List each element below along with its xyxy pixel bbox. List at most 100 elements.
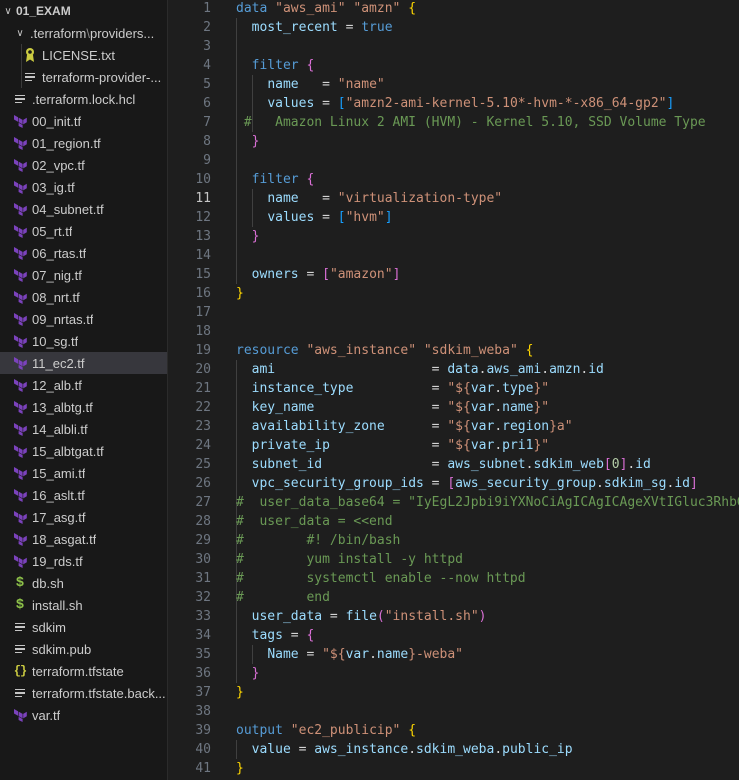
code-line[interactable]: 33 user_data = file("install.sh") bbox=[168, 607, 739, 626]
file-item[interactable]: 10_sg.tf bbox=[0, 330, 167, 352]
file-item[interactable]: 18_asgat.tf bbox=[0, 528, 167, 550]
code-line[interactable]: 26 vpc_security_group_ids = [aws_securit… bbox=[168, 474, 739, 493]
file-item[interactable]: 01_region.tf bbox=[0, 132, 167, 154]
code-line[interactable]: 39 output "ec2_publicip" { bbox=[168, 721, 739, 740]
code-line[interactable]: 2 most_recent = true bbox=[168, 18, 739, 37]
line-number: 17 bbox=[195, 305, 211, 320]
file-item-license[interactable]: LICENSE.txt bbox=[0, 44, 167, 66]
file-item[interactable]: terraform.tfstate.back... bbox=[0, 682, 167, 704]
code-text: private_ip = "${var.pri1}" bbox=[236, 436, 549, 455]
file-item[interactable]: 06_rtas.tf bbox=[0, 242, 167, 264]
file-item[interactable]: 15_albtgat.tf bbox=[0, 440, 167, 462]
file-item[interactable]: 05_rt.tf bbox=[0, 220, 167, 242]
code-line[interactable]: 22 key_name = "${var.name}" bbox=[168, 398, 739, 417]
code-line[interactable]: 21 instance_type = "${var.type}" bbox=[168, 379, 739, 398]
terraform-icon bbox=[12, 509, 28, 525]
code-line[interactable]: 23 availability_zone = "${var.region}a" bbox=[168, 417, 739, 436]
file-item[interactable]: {} terraform.tfstate bbox=[0, 660, 167, 682]
file-item[interactable]: 17_asg.tf bbox=[0, 506, 167, 528]
code-line[interactable]: 41} bbox=[168, 759, 739, 778]
terraform-icon bbox=[12, 355, 28, 371]
code-line[interactable]: 11 name = "virtualization-type" bbox=[168, 189, 739, 208]
file-item[interactable]: 07_nig.tf bbox=[0, 264, 167, 286]
code-line[interactable]: 7 # Amazon Linux 2 AMI (HVM) - Kernel 5.… bbox=[168, 113, 739, 132]
file-item[interactable]: .terraform.lock.hcl bbox=[0, 88, 167, 110]
code-token: values bbox=[267, 96, 315, 111]
code-line[interactable]: 20 ami = data.aws_ami.amzn.id bbox=[168, 360, 739, 379]
code-line[interactable]: 24 private_ip = "${var.pri1}" bbox=[168, 436, 739, 455]
code-line[interactable]: 14 bbox=[168, 246, 739, 265]
line-number: 35 bbox=[195, 647, 211, 662]
file-item[interactable]: 02_vpc.tf bbox=[0, 154, 167, 176]
file-item[interactable]: 19_rds.tf bbox=[0, 550, 167, 572]
line-number: 15 bbox=[195, 267, 211, 282]
code-line[interactable]: 35 Name = "${var.name}-weba" bbox=[168, 645, 739, 664]
file-item[interactable]: 13_albtg.tf bbox=[0, 396, 167, 418]
code-text: owners = ["amazon"] bbox=[236, 265, 401, 284]
code-line[interactable]: 5 name = "name" bbox=[168, 75, 739, 94]
code-line[interactable]: 37} bbox=[168, 683, 739, 702]
code-line[interactable]: 6 values = ["amzn2-ami-kernel-5.10*-hvm-… bbox=[168, 94, 739, 113]
code-line[interactable]: 3 bbox=[168, 37, 739, 56]
explorer-root-folder[interactable]: ∨ 01_EXAM bbox=[0, 0, 167, 22]
file-item[interactable]: 09_nrtas.tf bbox=[0, 308, 167, 330]
file-item[interactable]: $ install.sh bbox=[0, 594, 167, 616]
code-line[interactable]: 17 bbox=[168, 303, 739, 322]
code-token: . bbox=[494, 400, 503, 415]
code-line[interactable]: 29 # #! /bin/bash bbox=[168, 531, 739, 550]
code-line[interactable]: 10 filter { bbox=[168, 170, 739, 189]
code-line[interactable]: 27 # user_data_base64 = "IyEgL2Jpbi9iYXNo… bbox=[168, 493, 739, 512]
code-line[interactable]: 8 } bbox=[168, 132, 739, 151]
code-line[interactable]: 12 values = ["hvm"] bbox=[168, 208, 739, 227]
code-line[interactable]: 28 # user_data = <<end bbox=[168, 512, 739, 531]
file-item[interactable]: sdkim.pub bbox=[0, 638, 167, 660]
code-token: = bbox=[314, 96, 338, 111]
code-line[interactable]: 19 resource "aws_instance" "sdkim_weba" { bbox=[168, 341, 739, 360]
code-line[interactable]: 13 } bbox=[168, 227, 739, 246]
code-line[interactable]: 31 # systemctl enable --now httpd bbox=[168, 569, 739, 588]
code-line[interactable]: 36 } bbox=[168, 664, 739, 683]
file-item[interactable]: $ db.sh bbox=[0, 572, 167, 594]
code-token: "${ bbox=[447, 400, 471, 415]
code-token: resource bbox=[236, 343, 307, 358]
code-token: aws_subnet bbox=[447, 457, 526, 472]
code-line[interactable]: 9 bbox=[168, 151, 739, 170]
code-line[interactable]: 18 bbox=[168, 322, 739, 341]
code-editor[interactable]: 1 data "aws_ami" "amzn" {2 most_recent = … bbox=[168, 0, 739, 780]
code-token: "amazon" bbox=[329, 267, 393, 282]
file-item[interactable]: sdkim bbox=[0, 616, 167, 638]
code-token: "${ bbox=[322, 647, 346, 662]
terraform-providers-folder[interactable]: ∨ .terraform\providers... bbox=[0, 22, 167, 44]
file-item[interactable]: 00_init.tf bbox=[0, 110, 167, 132]
file-item[interactable]: 08_nrt.tf bbox=[0, 286, 167, 308]
code-token: [ bbox=[603, 457, 612, 472]
code-line[interactable]: 25 subnet_id = aws_subnet.sdkim_web[0].i… bbox=[168, 455, 739, 474]
code-line[interactable]: 34 tags = { bbox=[168, 626, 739, 645]
file-item[interactable]: 15_ami.tf bbox=[0, 462, 167, 484]
code-line[interactable]: 15 owners = ["amazon"] bbox=[168, 265, 739, 284]
code-line[interactable]: 1 data "aws_ami" "amzn" { bbox=[168, 0, 739, 18]
file-item[interactable]: 12_alb.tf bbox=[0, 374, 167, 396]
file-item[interactable]: 11_ec2.tf bbox=[0, 352, 167, 374]
file-item[interactable]: 03_ig.tf bbox=[0, 176, 167, 198]
code-token: data bbox=[236, 1, 276, 16]
file-item-terraform-provider[interactable]: terraform-provider-... bbox=[0, 66, 167, 88]
code-line[interactable]: 16} bbox=[168, 284, 739, 303]
file-item[interactable]: 04_subnet.tf bbox=[0, 198, 167, 220]
file-item[interactable]: var.tf bbox=[0, 704, 167, 726]
code-line[interactable]: 38 bbox=[168, 702, 739, 721]
code-line[interactable]: 40 value = aws_instance.sdkim_weba.publi… bbox=[168, 740, 739, 759]
lines-icon bbox=[12, 685, 28, 701]
file-item[interactable]: 16_aslt.tf bbox=[0, 484, 167, 506]
code-line[interactable]: 32 # end bbox=[168, 588, 739, 607]
code-line[interactable]: 30 # yum install -y httpd bbox=[168, 550, 739, 569]
code-token: var bbox=[470, 438, 495, 453]
line-number: 36 bbox=[195, 666, 211, 681]
code-token: var bbox=[345, 647, 370, 662]
shell-icon: $ bbox=[15, 597, 25, 613]
file-item[interactable]: 14_albli.tf bbox=[0, 418, 167, 440]
code-line[interactable]: 4 filter { bbox=[168, 56, 739, 75]
code-token: ] bbox=[384, 210, 393, 225]
